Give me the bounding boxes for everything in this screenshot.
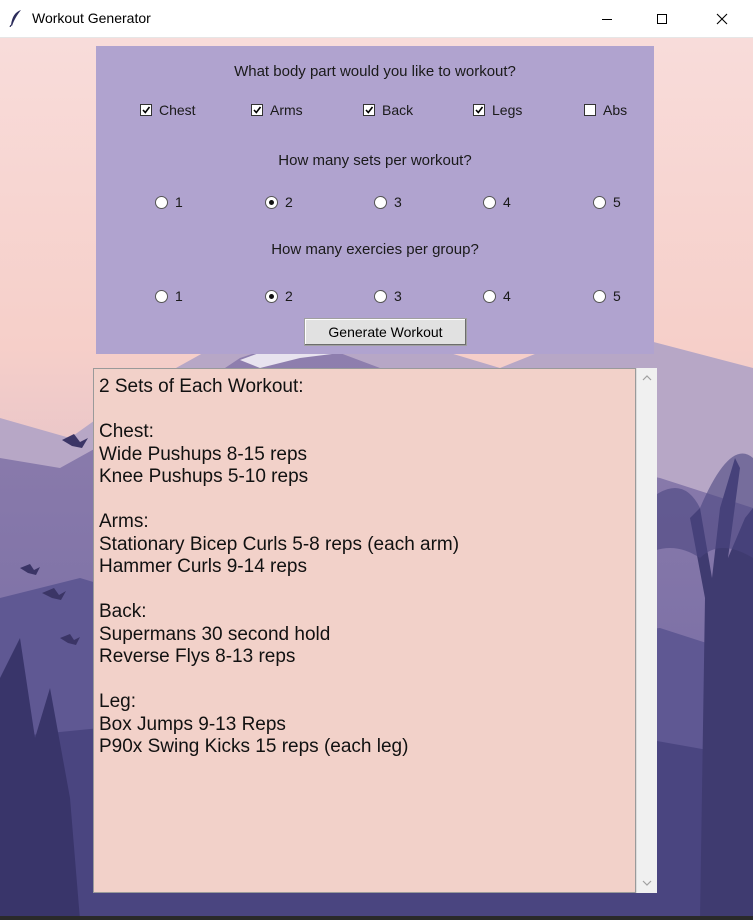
checkbox-chest[interactable]: Chest [140,102,196,118]
checkbox-legs-box[interactable] [473,104,485,116]
radio-label: 1 [175,288,183,304]
body-part-question: What body part would you like to workout… [234,63,516,80]
sets-radio-4[interactable]: 4 [483,194,511,210]
maximize-icon [657,13,667,24]
checkbox-chest-box[interactable] [140,104,152,116]
workout-output-textarea[interactable]: 2 Sets of Each Workout: Chest: Wide Pushu… [93,368,636,893]
scroll-down-icon[interactable] [641,878,653,888]
radio-label: 4 [503,288,511,304]
output-line: Chest: [99,421,154,442]
checkbox-abs-label: Abs [603,102,628,118]
check-icon [142,106,151,114]
minimize-icon [602,18,612,20]
checkbox-back-label: Back [382,102,414,118]
checkbox-back[interactable]: Back [363,102,413,118]
radio-label: 3 [394,194,402,210]
exercises-radio-5[interactable]: 5 [593,288,621,304]
radio-label: 1 [175,194,183,210]
checkbox-legs-label: Legs [492,102,523,118]
checkbox-chest-label: Chest [159,102,196,118]
radio-button[interactable] [374,195,387,209]
sets-radio-2[interactable]: 2 [265,194,293,210]
output-line: P90x Swing Kicks 15 reps (each leg) [99,736,409,757]
radio-button[interactable] [155,195,168,209]
exercises-radio-1[interactable]: 1 [155,288,183,304]
sets-question: How many sets per workout? [278,152,472,169]
output-line: Leg: [99,691,136,712]
output-line: Back: [99,601,147,622]
checkbox-arms[interactable]: Arms [251,102,303,118]
minimize-button[interactable] [584,0,630,37]
radio-button[interactable] [593,289,606,303]
sets-radio-5[interactable]: 5 [593,194,621,210]
checkbox-abs-box[interactable] [584,104,596,116]
window-title: Workout Generator [32,10,151,26]
output-line: Box Jumps 9-13 Reps [99,713,286,735]
check-icon [475,106,484,114]
radio-button[interactable] [483,195,496,209]
close-icon [716,13,728,24]
radio-button[interactable] [265,289,278,303]
scroll-up-icon[interactable] [641,373,653,383]
maximize-button[interactable] [639,0,685,37]
check-icon [365,106,374,114]
output-line: Hammer Curls 9-14 reps [99,556,307,577]
radio-button[interactable] [155,289,168,303]
output-line: 2 Sets of Each Workout: [99,376,304,397]
workout-output-text: 2 Sets of Each Workout: Chest: Wide Pushu… [99,376,459,759]
radio-button[interactable] [593,195,606,209]
output-line: Supermans 30 second hold [99,623,331,645]
output-line: Wide Pushups 8-15 reps [99,443,308,465]
checkbox-back-box[interactable] [363,104,375,116]
options-panel: What body part would you like to workout… [96,46,654,354]
radio-label: 4 [503,194,511,210]
output-line: Knee Pushups 5-10 reps [99,466,309,487]
exercises-question: How many exercies per group? [271,241,479,258]
radio-label: 2 [285,288,293,304]
radio-button[interactable] [483,289,496,303]
exercises-radio-4[interactable]: 4 [483,288,511,304]
radio-label: 5 [613,288,621,304]
output-line: Stationary Bicep Curls 5-8 reps (each ar… [99,533,460,555]
sets-radio-3[interactable]: 3 [374,194,402,210]
feather-icon [9,10,21,27]
generate-workout-button[interactable]: Generate Workout [304,318,467,346]
output-scrollbar[interactable] [636,368,657,893]
radio-label: 5 [613,194,621,210]
checkbox-arms-label: Arms [270,102,303,118]
exercises-radio-2[interactable]: 2 [265,288,293,304]
checkbox-abs[interactable]: Abs [584,102,627,118]
check-icon [253,106,262,114]
output-line: Reverse Flys 8-13 reps [99,646,296,667]
checkbox-legs[interactable]: Legs [473,102,522,118]
radio-label: 3 [394,288,402,304]
close-button[interactable] [699,0,745,37]
output-line: Arms: [99,511,149,532]
title-bar: Workout Generator [0,0,753,38]
checkbox-arms-box[interactable] [251,104,263,116]
radio-button[interactable] [265,195,278,209]
sets-radio-1[interactable]: 1 [155,194,183,210]
radio-button[interactable] [374,289,387,303]
radio-label: 2 [285,194,293,210]
exercises-radio-3[interactable]: 3 [374,288,402,304]
